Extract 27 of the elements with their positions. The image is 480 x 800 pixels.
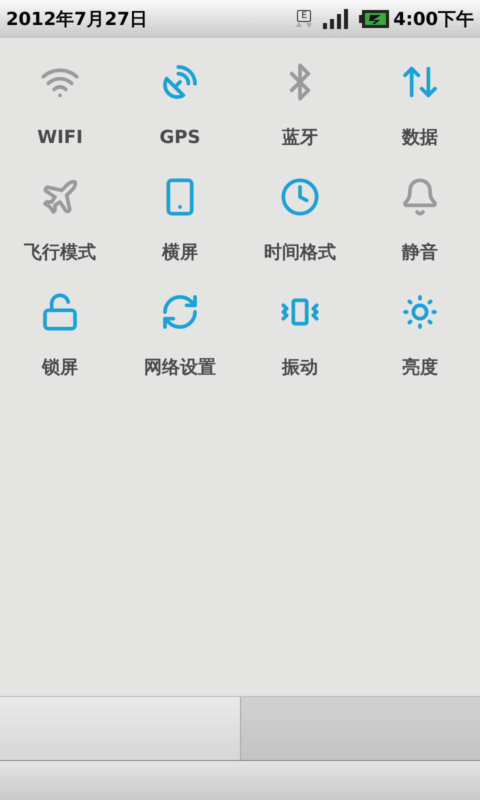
satellite-dish-icon [160, 62, 200, 102]
quick-toggle[interactable]: WIFI [0, 62, 120, 151]
quick-toggle[interactable]: 横屏 [120, 177, 240, 266]
airplane-icon [40, 177, 80, 217]
bottom-tab[interactable] [240, 697, 480, 760]
clock-icon [280, 177, 320, 217]
quick-toggle[interactable]: 静音 [360, 177, 480, 266]
quick-toggle[interactable]: 时间格式 [240, 177, 360, 266]
clock-text: 4:00下午 [393, 8, 474, 32]
quick-toggle[interactable]: 亮度 [360, 292, 480, 381]
circular-arrows-icon [160, 292, 200, 332]
sun-icon [400, 292, 440, 332]
quick-toggle[interactable]: 网络设置 [120, 292, 240, 381]
date-text: 2012年7月27日 [6, 8, 148, 32]
network-type-icon: E [297, 10, 312, 22]
data-arrows-icon [295, 22, 314, 28]
battery-charging-icon [359, 10, 390, 28]
quick-toggle[interactable]: 飞行模式 [0, 177, 120, 266]
signal-icon [323, 9, 350, 29]
quick-toggle[interactable]: 蓝牙 [240, 62, 360, 151]
open-padlock-icon [40, 292, 80, 332]
bottom-tab[interactable] [0, 697, 240, 760]
quick-toggle[interactable]: GPS [120, 62, 240, 151]
quick-toggle[interactable]: 数据 [360, 62, 480, 151]
quick-toggle[interactable]: 振动 [240, 292, 360, 381]
quick-toggle[interactable]: 锁屏 [0, 292, 120, 381]
bell-icon [400, 177, 440, 217]
